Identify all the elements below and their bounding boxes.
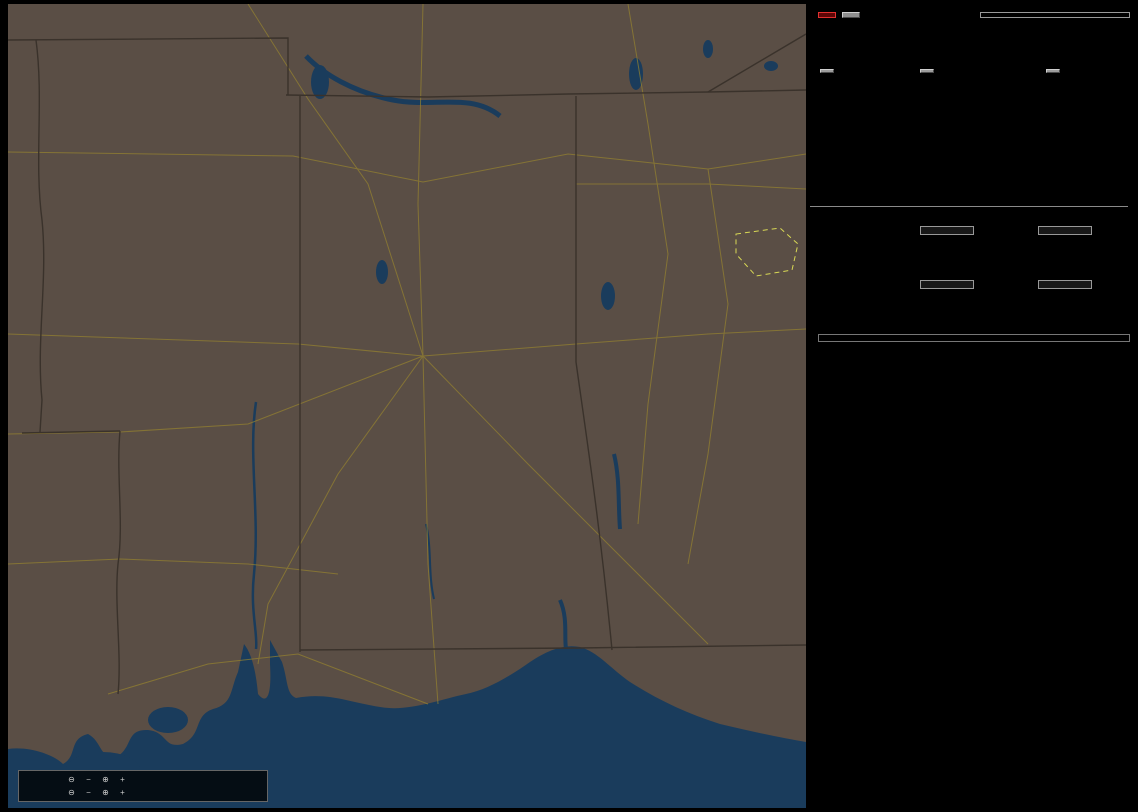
ic-negative-bar (1038, 280, 1093, 289)
strike-mode-button[interactable] (818, 12, 836, 18)
legend-row-recent: ⊖ − ⊕ + (23, 773, 263, 786)
mode-button-row (810, 12, 1138, 18)
control-panel (810, 0, 1138, 812)
distribution-title (810, 202, 1128, 207)
close-per-min-button[interactable] (920, 69, 934, 73)
map-canvas (8, 4, 806, 808)
noises-per-min-button[interactable] (1046, 69, 1060, 73)
map-legend: ⊖ − ⊕ + ⊖ − ⊕ + (18, 770, 268, 802)
ic-pos-symbol-icon: + (120, 788, 125, 797)
rate-labels-row (810, 62, 1138, 76)
bearing-distance-box (980, 12, 1130, 18)
datetime-display (818, 334, 1130, 342)
ic-positive-bar (919, 280, 974, 289)
ic-neg-symbol-icon: − (86, 775, 91, 784)
land-background (8, 4, 806, 808)
lightning-map[interactable]: ⊖ − ⊕ + ⊖ − ⊕ + (8, 4, 806, 808)
cloud-ground-row (810, 226, 1138, 235)
cg-pos-symbol-icon: ⊕ (102, 788, 109, 797)
strikes-per-min-button[interactable] (820, 69, 834, 73)
ic-pos-symbol-icon: + (120, 775, 125, 784)
trend-graph-chart (818, 540, 1134, 798)
legend-row-old: ⊖ − ⊕ + (23, 786, 263, 799)
intracloud-row (810, 280, 1138, 289)
noise-mode-button[interactable] (842, 12, 860, 18)
cg-neg-symbol-icon: ⊖ (68, 775, 75, 784)
cg-neg-symbol-icon: ⊖ (68, 788, 75, 797)
cg-positive-bar (919, 226, 974, 235)
cg-negative-bar (1038, 226, 1093, 235)
cg-pos-symbol-icon: ⊕ (102, 775, 109, 784)
ic-neg-symbol-icon: − (86, 788, 91, 797)
